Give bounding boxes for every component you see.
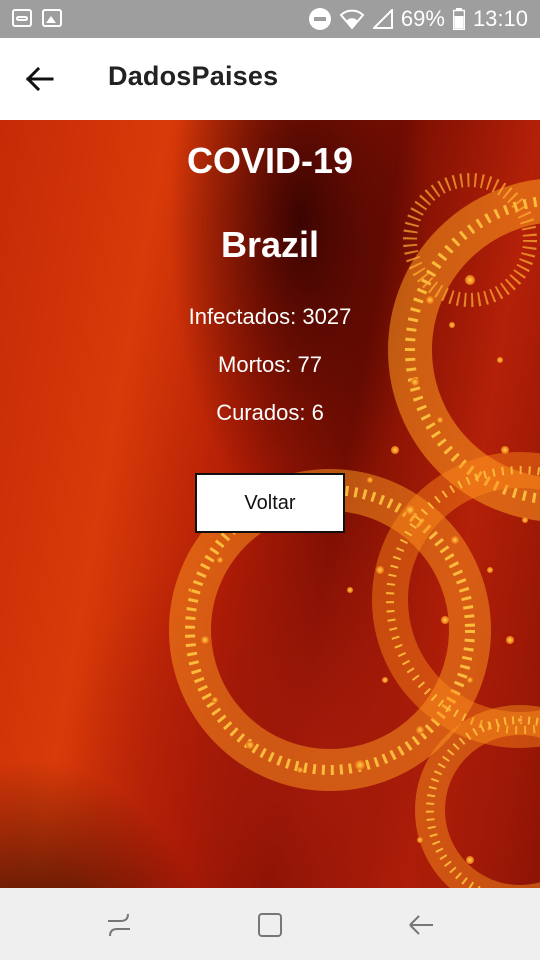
arrow-left-icon[interactable] [22, 64, 56, 94]
wifi-icon [339, 8, 365, 30]
covid-heading: COVID-19 [186, 140, 354, 181]
app-bar: DadosPaises [0, 38, 540, 120]
voltar-button[interactable]: Voltar [195, 473, 345, 533]
screen: 69% 13:10 DadosPaises COVID-19 Brazil In… [0, 0, 540, 960]
navigation-bar [0, 888, 540, 960]
home-icon[interactable] [255, 910, 285, 940]
infected-count: Infectados: 3027 [188, 304, 352, 329]
system-status: 69% 13:10 [308, 6, 528, 32]
do-not-disturb-icon [308, 8, 331, 30]
notification-icons [12, 9, 62, 27]
battery-icon [452, 8, 465, 30]
status-bar: 69% 13:10 [0, 0, 540, 38]
country-detail-content: COVID-19 Brazil Infectados: 3027 Mortos:… [0, 120, 540, 888]
deaths-count: Mortos: 77 [218, 352, 322, 377]
country-name: Brazil [220, 224, 320, 265]
battery-level: 69% [400, 6, 445, 31]
back-icon[interactable] [406, 910, 436, 940]
voicemail-icon [12, 9, 32, 27]
recents-icon[interactable] [104, 910, 134, 940]
cured-count: Curados: 6 [216, 400, 324, 425]
signal-icon [372, 9, 393, 29]
page-title: DadosPaises [108, 61, 279, 91]
clock: 13:10 [472, 6, 528, 31]
image-icon [42, 9, 62, 27]
